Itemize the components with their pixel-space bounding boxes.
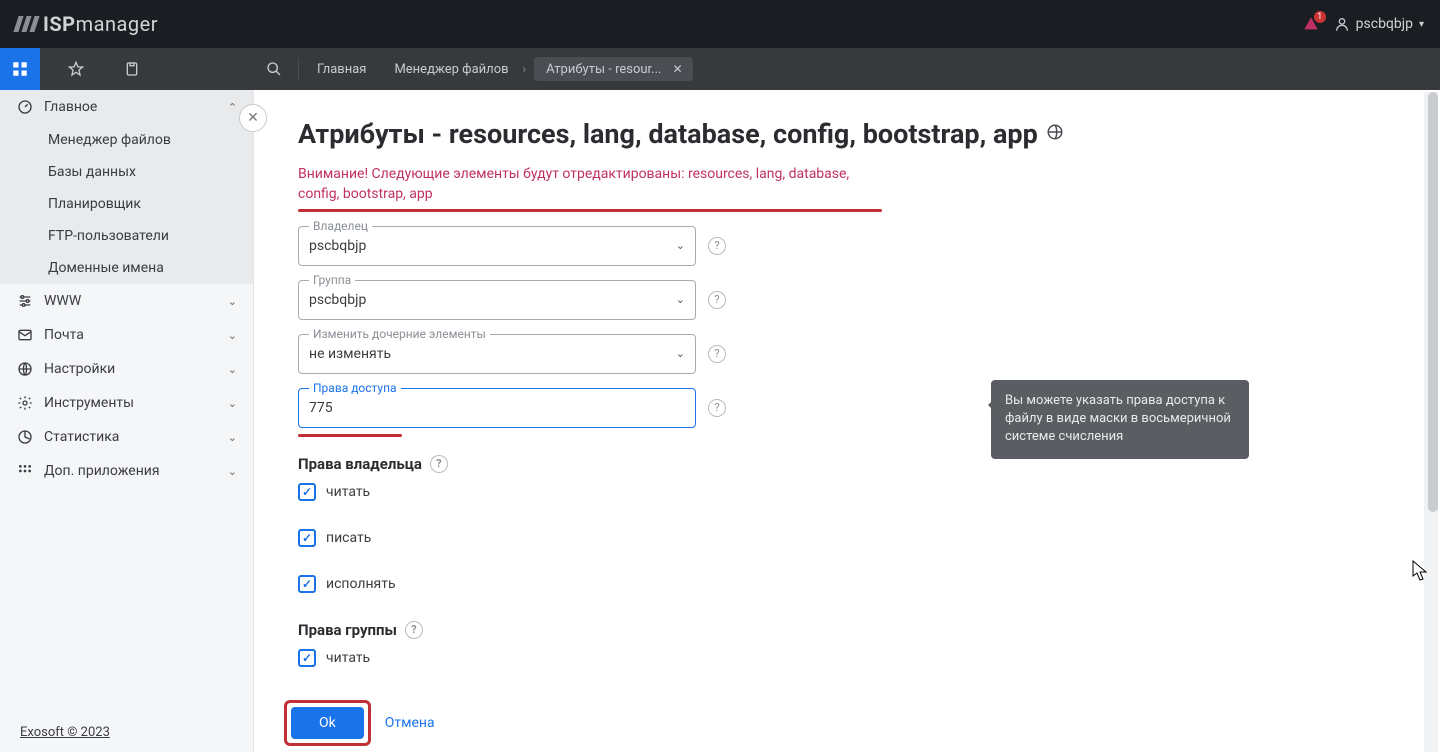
- footer-actions: Ok Отмена: [284, 700, 435, 746]
- gauge-icon: [16, 98, 34, 116]
- chevron-right-icon: ›: [523, 62, 527, 76]
- user-menu[interactable]: pscbqbjp ▾: [1334, 16, 1424, 32]
- globe-icon: [16, 360, 34, 378]
- chevron-down-icon: ⌄: [228, 295, 237, 308]
- checkbox-icon: ✓: [298, 575, 316, 593]
- chevron-up-icon: ⌃: [228, 101, 237, 114]
- cancel-button[interactable]: Отмена: [385, 715, 435, 731]
- sidebar-main-header[interactable]: Главное ⌃: [0, 90, 253, 124]
- checkbox-icon: ✓: [298, 649, 316, 667]
- group-label: Группа: [309, 273, 355, 287]
- ok-button[interactable]: Ok: [291, 707, 364, 739]
- scrollbar-thumb[interactable]: [1428, 92, 1438, 512]
- username-label: pscbqbjp: [1356, 16, 1413, 32]
- children-help[interactable]: ?: [708, 345, 726, 363]
- group-perms-heading: Права группы ?: [298, 621, 1396, 639]
- group-select[interactable]: Группа pscbqbjp ⌄: [298, 280, 696, 320]
- sidebar-section-tools[interactable]: Инструменты ⌄: [0, 386, 253, 420]
- clipboard-toggle[interactable]: [112, 48, 152, 90]
- star-icon: [68, 61, 84, 77]
- chevron-down-icon: ⌄: [676, 239, 685, 252]
- sidebar-section-mail[interactable]: Почта ⌄: [0, 318, 253, 352]
- group-value: pscbqbjp: [309, 292, 676, 308]
- grid-icon: [11, 60, 29, 78]
- brand-logo: ISPmanager: [16, 12, 158, 36]
- owner-select[interactable]: Владелец pscbqbjp ⌄: [298, 226, 696, 266]
- owner-label: Владелец: [309, 219, 372, 233]
- clipboard-icon: [124, 61, 140, 77]
- chevron-down-icon: ⌄: [228, 431, 237, 444]
- sidebar-item-ftp[interactable]: FTP-пользователи: [0, 220, 253, 252]
- sidebar-section-www[interactable]: WWW ⌄: [0, 284, 253, 318]
- chevron-down-icon: ⌄: [228, 397, 237, 410]
- ok-highlight: Ok: [284, 700, 371, 746]
- tab-label: Атрибуты - resour...: [546, 62, 661, 77]
- crumb-filemanager[interactable]: Менеджер файлов: [380, 48, 522, 90]
- sidebar-section-stats[interactable]: Статистика ⌄: [0, 420, 253, 454]
- checkbox-icon: ✓: [298, 529, 316, 547]
- search-icon: [266, 61, 282, 77]
- chevron-down-icon: ⌄: [228, 329, 237, 342]
- notif-badge: 1: [1314, 11, 1326, 23]
- group-perms-help[interactable]: ?: [405, 621, 423, 639]
- user-icon: [1334, 16, 1350, 32]
- chevron-down-icon: ⌄: [676, 293, 685, 306]
- owner-value: pscbqbjp: [309, 238, 676, 254]
- sidebar-footer-link[interactable]: Exosoft © 2023: [0, 713, 253, 752]
- perms-underline: [298, 434, 402, 437]
- children-value: не изменять: [309, 346, 676, 362]
- perms-label: Права доступа: [309, 381, 401, 395]
- sidebar-item-scheduler[interactable]: Планировщик: [0, 188, 253, 220]
- tab-attributes[interactable]: Атрибуты - resour... ✕: [534, 57, 693, 81]
- group-help[interactable]: ?: [708, 291, 726, 309]
- dashboard-toggle[interactable]: [0, 48, 40, 90]
- brand-isp: ISP: [43, 12, 76, 36]
- page-title: Атрибуты - resources, lang, database, co…: [298, 118, 1396, 150]
- owner-exec-checkbox[interactable]: ✓исполнять: [298, 575, 1396, 593]
- chevron-down-icon: ⌄: [228, 363, 237, 376]
- sidebar: ✕ Главное ⌃ Менеджер файлов Базы данных …: [0, 90, 254, 752]
- sidebar-item-domains[interactable]: Доменные имена: [0, 252, 253, 284]
- perms-tooltip: Вы можете указать права доступа к файлу …: [991, 380, 1249, 459]
- crumb-home[interactable]: Главная: [303, 48, 380, 90]
- tab-close-button[interactable]: ✕: [669, 61, 685, 77]
- topbar: ISPmanager 1 pscbqbjp ▾: [0, 0, 1440, 48]
- divider: [298, 58, 299, 80]
- brand-bars-icon: [16, 16, 37, 32]
- perms-input-inner[interactable]: [309, 400, 685, 416]
- owner-perms-help[interactable]: ?: [430, 455, 448, 473]
- sidebar-main-label: Главное: [44, 99, 97, 115]
- sidebar-section-settings[interactable]: Настройки ⌄: [0, 352, 253, 386]
- perms-help[interactable]: ?: [708, 399, 726, 417]
- owner-help[interactable]: ?: [708, 237, 726, 255]
- main-content: Атрибуты - resources, lang, database, co…: [254, 90, 1440, 752]
- group-read-checkbox[interactable]: ✓читать: [298, 649, 1396, 667]
- sliders-icon: [16, 292, 34, 310]
- notification-bell[interactable]: 1: [1302, 15, 1320, 33]
- search-button[interactable]: [254, 61, 294, 77]
- chevron-down-icon: ⌄: [676, 347, 685, 360]
- owner-read-checkbox[interactable]: ✓читать: [298, 483, 1396, 501]
- chevron-down-icon: ▾: [1419, 19, 1424, 30]
- chevron-down-icon: ⌄: [228, 465, 237, 478]
- favorites-toggle[interactable]: [56, 48, 96, 90]
- warning-text: Внимание! Следующие элементы будут отред…: [298, 164, 868, 205]
- gear-icon: [16, 394, 34, 412]
- chart-icon: [16, 428, 34, 446]
- sidebar-section-apps[interactable]: Доп. приложения ⌄: [0, 454, 253, 488]
- secondbar: Главная Менеджер файлов › Атрибуты - res…: [0, 48, 1440, 90]
- brand-manager: manager: [76, 12, 158, 36]
- sidebar-collapse-button[interactable]: ✕: [239, 104, 267, 132]
- apps-icon: [16, 462, 34, 480]
- permissions-input[interactable]: Права доступа: [298, 388, 696, 428]
- children-label: Изменить дочерние элементы: [309, 327, 490, 341]
- checkbox-icon: ✓: [298, 483, 316, 501]
- owner-write-checkbox[interactable]: ✓писать: [298, 529, 1396, 547]
- globe-title-icon: [1046, 123, 1064, 146]
- sidebar-item-databases[interactable]: Базы данных: [0, 156, 253, 188]
- children-select[interactable]: Изменить дочерние элементы не изменять ⌄: [298, 334, 696, 374]
- warning-underline: [298, 209, 882, 212]
- mail-icon: [16, 326, 34, 344]
- sidebar-item-filemanager[interactable]: Менеджер файлов: [0, 124, 253, 156]
